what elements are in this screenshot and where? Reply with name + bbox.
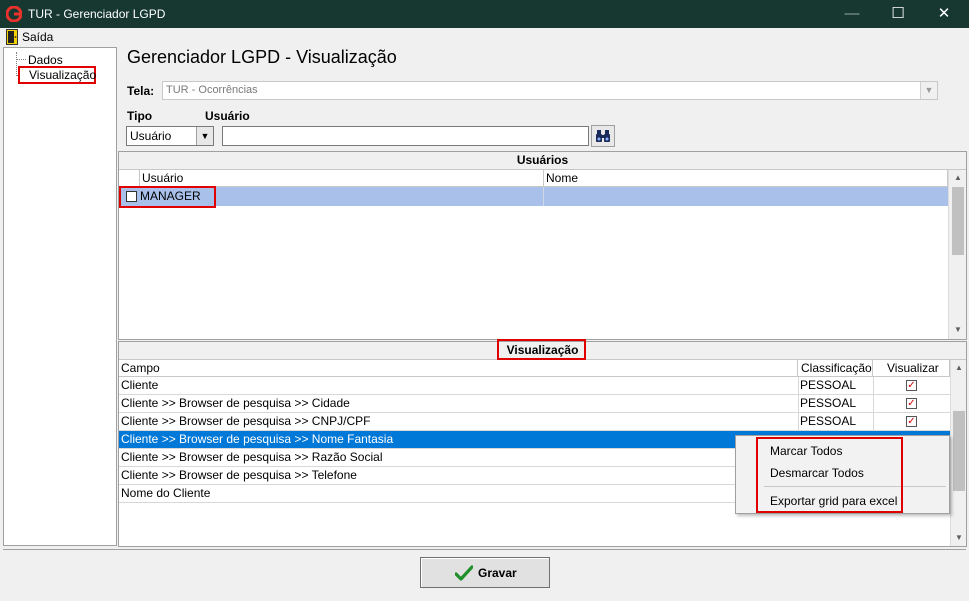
table-row[interactable]: Cliente PESSOAL ✓: [119, 377, 950, 395]
tipo-label: Tipo: [127, 109, 153, 123]
vis-cell-campo: Cliente >> Browser de pesquisa >> CNPJ/C…: [121, 414, 371, 428]
door-exit-icon: [6, 29, 18, 45]
users-scrollbar[interactable]: ▲ ▼: [948, 170, 966, 339]
visualizar-checkbox[interactable]: ✓: [906, 416, 917, 427]
scroll-thumb[interactable]: [953, 411, 965, 491]
vis-col-visualizar[interactable]: Visualizar: [873, 360, 950, 377]
visualization-scrollbar[interactable]: ▲ ▼: [950, 360, 966, 546]
vis-cell-campo: Nome do Cliente: [121, 486, 211, 500]
users-panel-title: Usuários: [119, 152, 966, 170]
window-title: TUR - Gerenciador LGPD: [28, 7, 166, 21]
vis-cell-classificacao: PESSOAL: [800, 414, 857, 428]
users-grid-indicator-header: [119, 170, 140, 187]
tela-label: Tela:: [127, 84, 155, 98]
tipo-select[interactable]: Usuário ▼: [126, 126, 214, 146]
page-title: Gerenciador LGPD - Visualização: [127, 47, 397, 67]
context-menu: Marcar Todos Desmarcar Todos Exportar gr…: [735, 435, 950, 514]
chevron-down-icon[interactable]: ▼: [920, 82, 937, 99]
checkmark-icon: [455, 565, 473, 581]
save-button-label: Gravar: [478, 566, 517, 580]
vis-cell-classificacao: PESSOAL: [800, 396, 857, 410]
vis-cell-campo: Cliente: [121, 378, 159, 392]
navigation-tree: Dados Visualização: [3, 47, 117, 546]
cell-separator: [873, 413, 874, 431]
menu-bar: Saída: [0, 28, 969, 47]
footer-divider: [3, 549, 966, 550]
vis-cell-campo: Cliente >> Browser de pesquisa >> Nome F…: [121, 432, 394, 446]
users-panel: Usuários Usuário Nome MANAGER ▲ ▼: [118, 151, 967, 340]
cell-separator: [873, 395, 874, 413]
tipo-select-value: Usuário: [130, 129, 172, 143]
scroll-up-icon[interactable]: ▲: [950, 170, 966, 186]
save-button[interactable]: Gravar: [420, 557, 550, 588]
search-button[interactable]: [591, 125, 615, 147]
vis-cell-classificacao: PESSOAL: [800, 378, 857, 392]
menu-item-exit[interactable]: Saída: [2, 28, 54, 47]
vis-col-campo[interactable]: Campo: [119, 360, 798, 377]
vis-cell-campo: Cliente >> Browser de pesquisa >> Cidade: [121, 396, 350, 410]
visualizar-checkbox[interactable]: ✓: [906, 398, 917, 409]
close-button[interactable]: ✕: [921, 0, 967, 28]
tree-connector: [16, 52, 17, 76]
tree-item-dados[interactable]: Dados: [28, 53, 63, 67]
maximize-button[interactable]: ☐: [875, 0, 921, 28]
vis-cell-campo: Cliente >> Browser de pesquisa >> Telefo…: [121, 468, 357, 482]
users-col-usuario[interactable]: Usuário: [140, 170, 544, 187]
scroll-thumb[interactable]: [952, 187, 964, 255]
binoculars-icon: [596, 130, 610, 142]
highlight-box: [119, 186, 216, 208]
usuario-search-input[interactable]: [222, 126, 589, 146]
usuario-label: Usuário: [205, 109, 250, 123]
cell-separator: [873, 377, 874, 395]
table-row[interactable]: Cliente >> Browser de pesquisa >> Cidade…: [119, 395, 950, 413]
minimize-button[interactable]: —: [829, 0, 875, 28]
visualizar-checkbox[interactable]: ✓: [906, 380, 917, 391]
app-logo-icon: [6, 6, 22, 22]
menu-exit-label: Saída: [22, 30, 54, 44]
scroll-up-icon[interactable]: ▲: [951, 360, 967, 376]
row-column-separator: [543, 187, 544, 206]
vis-col-classificacao[interactable]: Classificação: [798, 360, 873, 377]
table-row[interactable]: Cliente >> Browser de pesquisa >> CNPJ/C…: [119, 413, 950, 431]
tree-item-visualizacao[interactable]: Visualização: [18, 66, 96, 84]
table-row[interactable]: MANAGER: [119, 187, 948, 206]
title-bar: TUR - Gerenciador LGPD — ☐ ✕: [0, 0, 969, 28]
vis-cell-campo: Cliente >> Browser de pesquisa >> Razão …: [121, 450, 383, 464]
scroll-down-icon[interactable]: ▼: [951, 530, 967, 546]
scroll-down-icon[interactable]: ▼: [950, 322, 966, 338]
tree-connector: [16, 59, 26, 60]
users-col-nome[interactable]: Nome: [544, 170, 948, 187]
chevron-down-icon[interactable]: ▼: [196, 127, 213, 145]
tela-select[interactable]: TUR - Ocorrências ▼: [162, 81, 938, 100]
highlight-box: [497, 339, 586, 360]
tela-select-value: TUR - Ocorrências: [166, 84, 258, 96]
highlight-box: [756, 437, 903, 513]
